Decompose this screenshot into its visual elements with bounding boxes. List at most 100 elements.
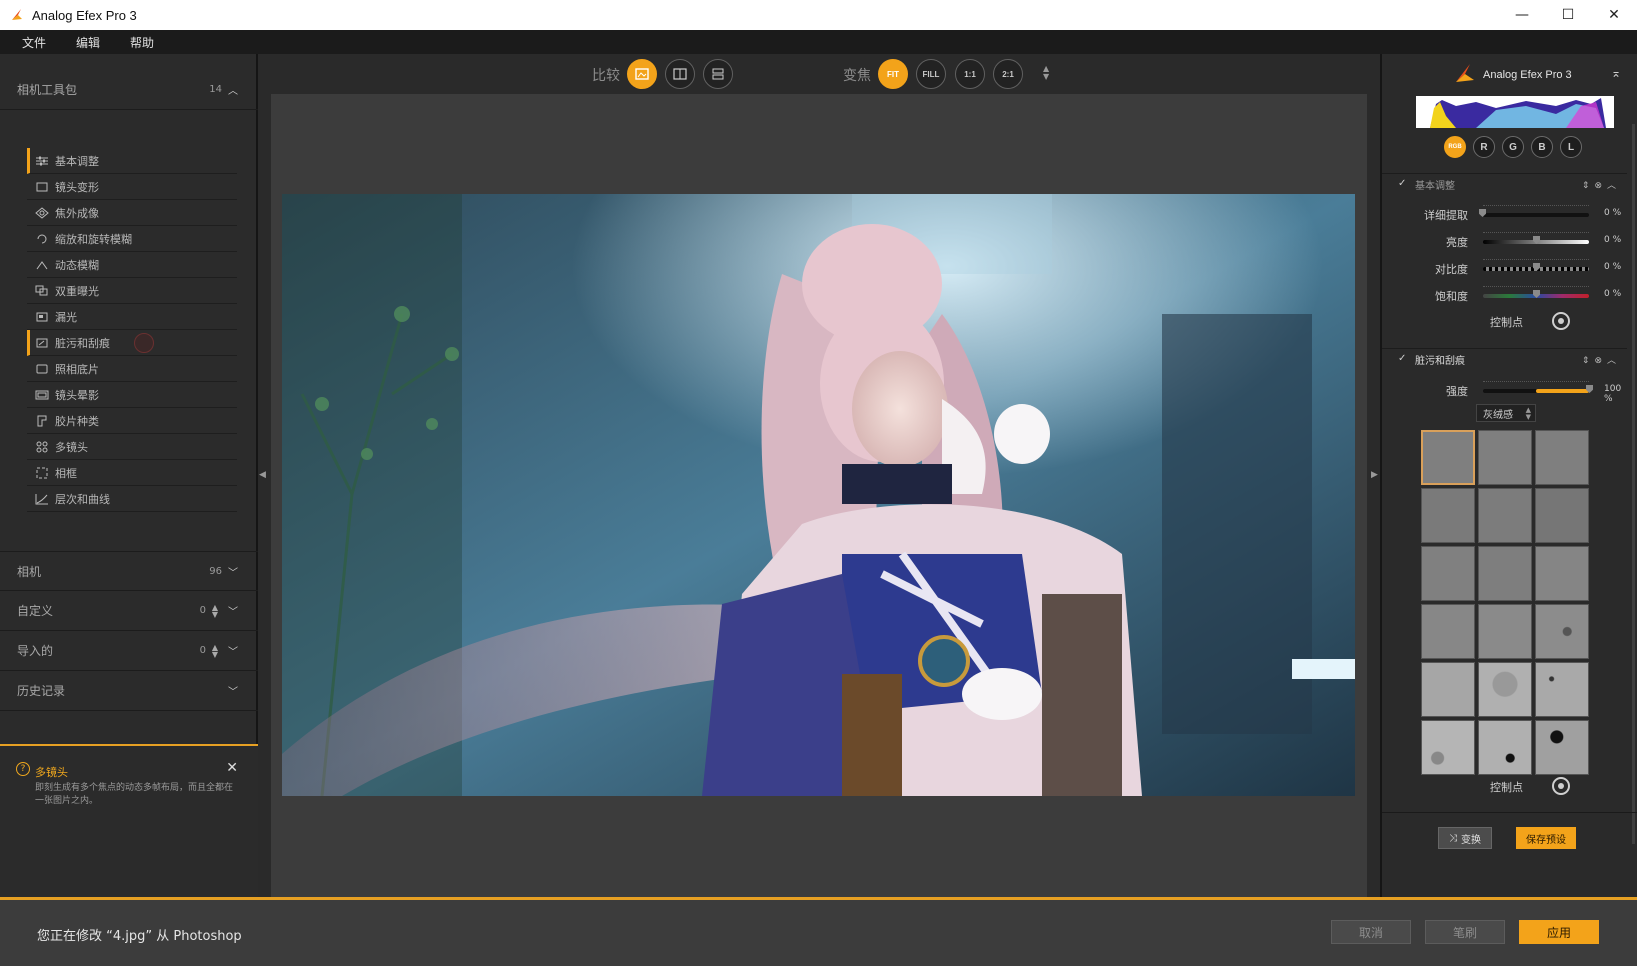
chevron-down-icon[interactable]: ﹀ xyxy=(228,643,238,658)
double-exposure-icon xyxy=(35,285,48,295)
close-icon[interactable]: ✕ xyxy=(226,760,238,776)
texture-thumb[interactable] xyxy=(1535,430,1589,485)
add-control-point-icon[interactable] xyxy=(1552,312,1570,330)
motion-blur-icon xyxy=(36,260,48,269)
slider-saturation[interactable]: 饱和度 0 % xyxy=(1382,284,1627,306)
slider-contrast[interactable]: 对比度 0 % xyxy=(1382,257,1627,279)
texture-thumb[interactable] xyxy=(1535,604,1589,659)
chevron-down-icon[interactable]: ﹀ xyxy=(228,683,238,698)
section-controls-icon[interactable]: ⇕⊗︿ xyxy=(1582,178,1621,191)
tool-bokeh[interactable]: 焦外成像 xyxy=(27,200,237,226)
texture-thumb[interactable] xyxy=(1478,720,1532,775)
tool-frame[interactable]: 相框 xyxy=(27,460,237,486)
texture-thumb[interactable] xyxy=(1478,430,1532,485)
zoom-fit-button[interactable]: FIT xyxy=(878,59,908,89)
brush-button[interactable]: 笔刷 xyxy=(1425,920,1505,944)
cancel-button[interactable]: 取消 xyxy=(1331,920,1411,944)
zoom-fill-button[interactable]: FILL xyxy=(916,59,946,89)
tool-motion-blur[interactable]: 动态模糊 xyxy=(27,252,237,278)
panel-actions: ⤨ 变换 保存预设 xyxy=(1382,812,1637,898)
save-preset-button[interactable]: 保存预设 xyxy=(1516,827,1576,849)
camera-section-header[interactable]: 相机 96 ﹀ xyxy=(0,551,258,591)
tool-label: 漏光 xyxy=(55,310,77,324)
texture-thumb[interactable] xyxy=(1478,546,1532,601)
checkbox-icon[interactable]: ✓ xyxy=(1398,354,1409,365)
menu-edit[interactable]: 编辑 xyxy=(76,34,100,51)
section-controls-icon[interactable]: ⇕⊗︿ xyxy=(1582,353,1621,366)
preview-image xyxy=(282,194,1355,796)
basic-adjust-header[interactable]: ✓ 基本调整 ⇕⊗︿ xyxy=(1382,173,1627,195)
texture-thumb[interactable] xyxy=(1535,720,1589,775)
slider-track[interactable] xyxy=(1483,213,1589,217)
menu-help[interactable]: 帮助 xyxy=(130,34,154,51)
tool-multi-lens[interactable]: 多镜头 xyxy=(27,434,237,460)
channel-b-button[interactable]: B xyxy=(1531,136,1553,158)
channel-g-button[interactable]: G xyxy=(1502,136,1524,158)
chevron-up-icon[interactable]: ︿ xyxy=(228,82,238,97)
tool-basic-adjust[interactable]: 基本调整 xyxy=(27,148,237,174)
texture-thumb[interactable] xyxy=(1421,662,1475,717)
tool-curves[interactable]: 层次和曲线 xyxy=(27,486,237,512)
tool-light-leak[interactable]: 漏光 xyxy=(27,304,237,330)
shuffle-button[interactable]: ⤨ 变换 xyxy=(1438,827,1492,849)
tool-film-type[interactable]: 胶片种类 xyxy=(27,408,237,434)
imported-section-header[interactable]: 导入的 0 ▲ ▼ ﹀ xyxy=(0,631,258,671)
menu-file[interactable]: 文件 xyxy=(22,34,46,51)
slider-detail-extraction[interactable]: 详细提取 0 % xyxy=(1382,203,1627,225)
texture-thumb[interactable] xyxy=(1421,546,1475,601)
channel-r-button[interactable]: R xyxy=(1473,136,1495,158)
texture-thumb[interactable] xyxy=(1421,720,1475,775)
chevron-down-icon[interactable]: ﹀ xyxy=(228,564,238,579)
zoom-1to1-button[interactable]: 1:1 xyxy=(955,59,985,89)
channel-rgb-button[interactable]: RGB xyxy=(1444,136,1466,158)
apply-button[interactable]: 应用 xyxy=(1519,920,1599,944)
panel-scrollbar[interactable] xyxy=(1632,124,1635,844)
add-control-point-icon[interactable] xyxy=(1552,777,1570,795)
camera-count: 96 xyxy=(209,565,222,577)
tool-film-plate[interactable]: 照相底片 xyxy=(27,356,237,382)
dirt-scratch-icon xyxy=(36,338,48,347)
zoom-2to1-button[interactable]: 2:1 xyxy=(993,59,1023,89)
sort-icon[interactable]: ▲ ▼ xyxy=(212,603,218,618)
zoom-stepper-icon[interactable]: ▲ ▼ xyxy=(1043,65,1049,81)
tool-vignette[interactable]: 镜头晕影 xyxy=(27,382,237,408)
texture-thumb[interactable] xyxy=(1535,488,1589,543)
tool-double-exposure[interactable]: 双重曝光 xyxy=(27,278,237,304)
texture-thumb[interactable] xyxy=(1421,604,1475,659)
compare-split-button[interactable] xyxy=(665,59,695,89)
texture-thumb[interactable] xyxy=(1478,604,1532,659)
tool-rotate-blur[interactable]: 缩放和旋转模糊 xyxy=(27,226,237,252)
light-leak-icon xyxy=(36,312,48,321)
toolkit-section-header[interactable]: 相机工具包 14 ︿ xyxy=(0,70,258,110)
minimize-button[interactable]: — xyxy=(1499,0,1545,30)
tool-dirt-scratch[interactable]: 脏污和刮痕 xyxy=(27,330,237,356)
history-section-header[interactable]: 历史记录 ﹀ xyxy=(0,671,258,711)
sort-icon[interactable]: ▲ ▼ xyxy=(212,643,218,658)
collapse-up-icon[interactable]: ⌅ xyxy=(1611,66,1621,80)
chevron-down-icon[interactable]: ﹀ xyxy=(228,603,238,618)
tool-lens-distortion[interactable]: 镜头变形 xyxy=(27,174,237,200)
texture-thumb[interactable] xyxy=(1478,488,1532,543)
slider-brightness[interactable]: 亮度 0 % xyxy=(1382,230,1627,252)
texture-thumb[interactable] xyxy=(1478,662,1532,717)
channel-l-button[interactable]: L xyxy=(1560,136,1582,158)
checkbox-icon[interactable]: ✓ xyxy=(1398,179,1409,190)
close-button[interactable]: ✕ xyxy=(1591,0,1637,30)
slider-track[interactable] xyxy=(1483,389,1589,393)
select-arrows-icon: ▲ ▼ xyxy=(1525,406,1531,421)
dirt-scratch-header[interactable]: ✓ 脏污和刮痕 ⇕⊗︿ xyxy=(1382,348,1627,370)
search-highlight-icon xyxy=(134,333,154,353)
texture-thumb[interactable] xyxy=(1421,488,1475,543)
custom-section-header[interactable]: 自定义 0 ▲ ▼ ﹀ xyxy=(0,591,258,631)
compare-side-button[interactable] xyxy=(703,59,733,89)
collapse-left-icon[interactable]: ◀ xyxy=(259,470,266,480)
dirt-preset-select[interactable]: 灰绒感 ▲ ▼ xyxy=(1476,404,1536,422)
collapse-right-icon[interactable]: ▶ xyxy=(1371,470,1378,480)
tool-list: 基本调整 镜头变形 焦外成像 缩放和旋转模糊 动态模糊 双重曝光 漏光 脏污和刮… xyxy=(27,148,237,512)
compare-single-button[interactable] xyxy=(627,59,657,89)
texture-thumb[interactable] xyxy=(1535,546,1589,601)
maximize-button[interactable]: ☐ xyxy=(1545,0,1591,30)
texture-thumb[interactable] xyxy=(1535,662,1589,717)
slider-strength[interactable]: 强度 100 % xyxy=(1382,379,1627,404)
texture-thumb[interactable] xyxy=(1421,430,1475,485)
